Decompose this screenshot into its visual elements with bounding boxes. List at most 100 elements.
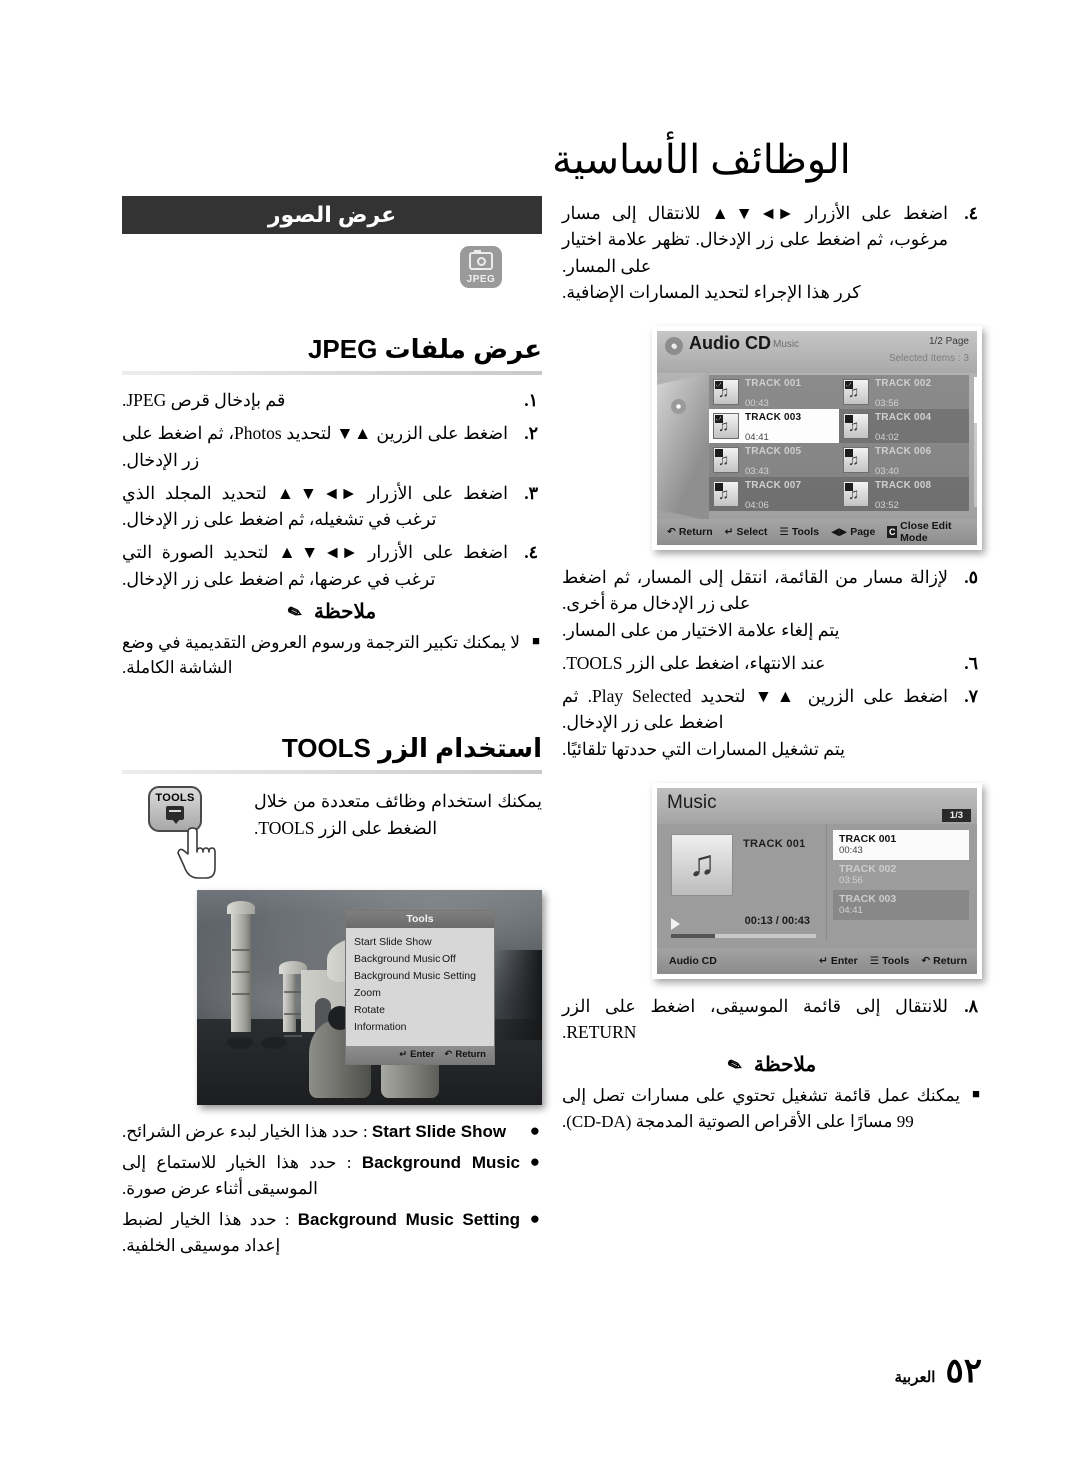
now-playing-track: TRACK 001 <box>743 837 806 850</box>
list-item: ● Start Slide Show : حدد هذا الخيار لبدء… <box>122 1119 542 1145</box>
round-bullet-icon: ● <box>529 1120 540 1140</box>
track-time: 04:06 <box>745 500 769 511</box>
footer-action-return[interactable]: ↶ Return <box>921 955 967 967</box>
music-note-icon: ♫ <box>713 481 739 507</box>
step-subtext: كرر هذا الإجراء لتحديد المسارات الإضافية… <box>562 281 861 302</box>
music-footer-bar: Audio CD ↵ Enter ☰ Tools ↶ Return <box>657 947 977 974</box>
menu-item-rotate[interactable]: Rotate <box>346 1002 494 1019</box>
list-item: ٨. للانتقال إلى قائمة الموسيقى، اضغط على… <box>562 993 982 1046</box>
track-cell-focused[interactable]: ♫ TRACK 003 04:41 <box>709 409 839 443</box>
play-icon[interactable] <box>671 917 680 930</box>
tools-icon: ☰ <box>869 954 880 967</box>
track-time: 03:52 <box>875 500 899 511</box>
tools-menu-list: Start Slide Show Background Music : Off … <box>346 928 494 1046</box>
menu-item-background-music-setting[interactable]: Background Music Setting <box>346 968 494 985</box>
list-item: ١. قم بإدخال قرص JPEG. <box>122 387 542 413</box>
return-icon: ↶ <box>444 1049 453 1061</box>
c-key-icon: C <box>887 526 898 538</box>
footer-action-label: Close Edit Mode <box>900 520 952 544</box>
note-glyph: ♫ <box>718 418 730 435</box>
footer-action-label: Select <box>736 526 768 538</box>
footer-action-close-edit-mode[interactable]: C Close Edit Mode <box>887 520 967 544</box>
menu-item-background-music[interactable]: Background Music : Off <box>346 951 494 968</box>
footer-action-return: ↶ Return <box>444 1049 486 1060</box>
pencil-icon: ✎ <box>284 600 305 624</box>
note-label: ملاحظة <box>754 1054 817 1077</box>
return-icon: ↶ <box>667 526 676 538</box>
menu-item-information[interactable]: Information <box>346 1019 494 1036</box>
track-cell[interactable]: ♫ TRACK 008 03:52 <box>839 477 969 511</box>
menu-item-label: Rotate <box>354 1003 385 1016</box>
track-name: TRACK 007 <box>745 480 802 491</box>
music-note-icon: ♫ <box>843 481 869 507</box>
tools-icon: ☰ <box>779 526 789 538</box>
camera-icon <box>469 250 493 270</box>
list-item[interactable]: TRACK 002 03:56 <box>833 860 969 890</box>
heading-using-tools-button: استخدام الزر TOOLS <box>281 732 542 763</box>
shrub <box>227 1036 253 1049</box>
track-name: TRACK 001 <box>745 378 802 389</box>
note-glyph: ♫ <box>848 486 860 503</box>
music-player-screenshot: Music 1/3 ♫ TRACK 001 00:13 / 00:43 TRAC… <box>652 782 982 979</box>
list-item[interactable]: TRACK 003 04:41 <box>833 889 969 920</box>
disc-icon-small <box>671 399 686 414</box>
selected-items-count: Selected Items : 3 <box>888 353 969 364</box>
step-text: قم بإدخال قرص JPEG. <box>122 390 286 410</box>
music-note-icon: ♫ <box>713 447 739 473</box>
minaret-left <box>227 900 255 1032</box>
track-cell[interactable]: ♫ TRACK 002 03:56 <box>839 375 969 409</box>
footer-language: العربية <box>894 1370 936 1386</box>
step-number: ٣. <box>524 482 538 503</box>
menu-item-label: Information <box>354 1020 407 1033</box>
footer-actions: ↵ Enter ☰ Tools ↶ Return <box>819 955 967 967</box>
photo-with-tools-overlay-screenshot: Tools Start Slide Show Background Music … <box>197 889 542 1105</box>
progress-bar[interactable] <box>671 933 817 938</box>
footer-action-tools[interactable]: ☰ Tools <box>779 526 819 538</box>
step-text: اضغط على الأزرار ►◄▼▲ لتحديد الصورة التي… <box>122 542 508 589</box>
track-cell[interactable]: ♫ TRACK 005 03:43 <box>709 443 839 477</box>
step-number: ١. <box>524 390 538 410</box>
track-cell[interactable]: ♫ TRACK 001 00:43 <box>709 375 839 409</box>
option-term: Background Music Setting <box>297 1210 521 1230</box>
menu-item-zoom[interactable]: Zoom <box>346 985 494 1002</box>
enter-icon: ↵ <box>399 1049 408 1061</box>
music-note-icon: ♫ <box>713 413 739 439</box>
note-label: ملاحظة <box>314 600 377 623</box>
track-grid: ♫ TRACK 001 00:43 ♫ TRACK 002 03:56 ♫ TR… <box>709 375 969 517</box>
footer-action-label: Enter <box>830 954 858 967</box>
disc-icon <box>665 337 683 355</box>
list-item[interactable]: TRACK 001 00:43 <box>833 829 969 860</box>
note-glyph: ♫ <box>848 384 860 401</box>
track-name: TRACK 002 <box>875 378 932 389</box>
track-text: TRACK 008 03:52 <box>875 474 931 514</box>
track-cell[interactable]: ♫ TRACK 007 04:06 <box>709 477 839 511</box>
screen-subtitle: Music <box>773 339 800 350</box>
note-glyph: ♫ <box>718 384 730 401</box>
music-note-icon: ♫ <box>843 413 869 439</box>
scrollbar[interactable] <box>974 377 977 507</box>
music-header: Music 1/3 <box>657 787 977 824</box>
option-text: : حدد هذا الخيار للاستماع إلى الموسيقى أ… <box>122 1153 352 1198</box>
track-name: TRACK 006 <box>875 446 932 457</box>
footer-action-enter[interactable]: ↵ Enter <box>819 955 858 967</box>
menu-item-start-slide-show[interactable]: Start Slide Show <box>346 934 494 951</box>
music-note-icon: ♫ <box>713 379 739 405</box>
track-time: 04:41 <box>839 905 863 917</box>
playlist-panel: TRACK 001 00:43 TRACK 002 03:56 TRACK 00… <box>827 824 977 940</box>
audio-cd-screenshot: Audio CD Music 1/2 Page Selected Items :… <box>652 326 982 550</box>
footer-action-return[interactable]: ↶ Return <box>667 526 713 538</box>
page-indicator: 1/2 Page <box>928 336 969 347</box>
footer-action-page[interactable]: ◀▶ Page <box>831 526 875 538</box>
screen-title: Music <box>667 791 717 813</box>
heading-rule <box>122 769 542 774</box>
footer-action-tools[interactable]: ☰ Tools <box>870 955 910 967</box>
manual-page: الوظائف الأساسية عرض الصور JPEG عرض ملفا… <box>0 0 1080 1477</box>
list-item: ٢. اضغط على الزرين ▲▼ لتحديد Photos، ثم … <box>122 420 542 473</box>
track-cell[interactable]: ♫ TRACK 004 04:02 <box>839 409 969 443</box>
track-name: TRACK 008 <box>875 480 932 491</box>
track-cell[interactable]: ♫ TRACK 006 03:40 <box>839 443 969 477</box>
list-item: ٧. اضغط على الزرين ▲▼ لتحديد Play Select… <box>562 683 982 762</box>
footer-action-select[interactable]: ↵ Select <box>725 526 768 538</box>
tools-overlay-menu[interactable]: Tools Start Slide Show Background Music … <box>345 909 495 1065</box>
cd-steps-mid: ٥. لإزالة مسار من القائمة، انتقل إلى الم… <box>562 564 982 762</box>
